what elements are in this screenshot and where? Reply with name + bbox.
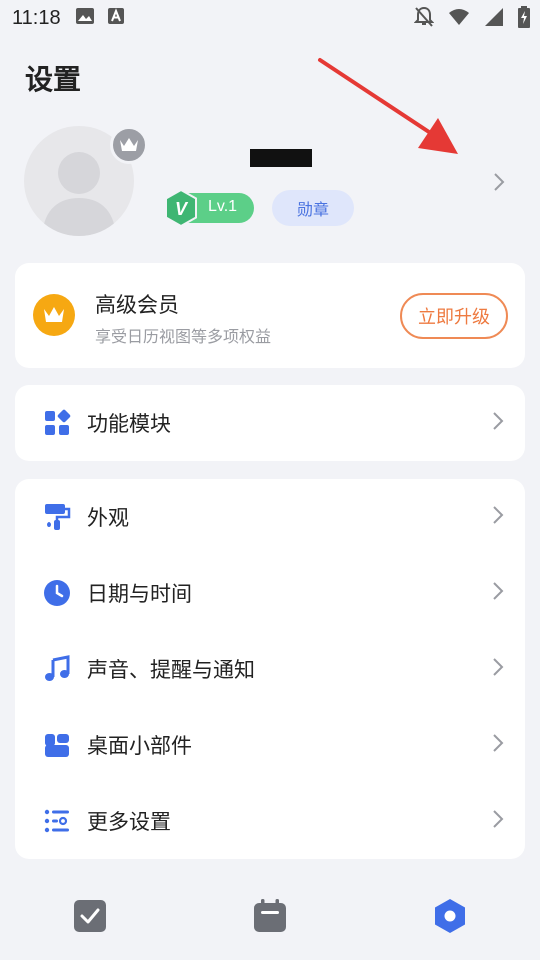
modules-grid-icon xyxy=(42,408,72,438)
image-icon xyxy=(75,7,95,29)
chevron-right-icon xyxy=(491,655,505,683)
widgets-label: 桌面小部件 xyxy=(87,734,192,758)
modules-label: 功能模块 xyxy=(87,412,171,436)
settings-row-modules[interactable]: 功能模块 xyxy=(15,385,525,461)
battery-charging-icon xyxy=(518,6,530,32)
medal-button[interactable]: 勋章 xyxy=(272,190,354,226)
level-badge[interactable]: V Lv.1 xyxy=(165,188,254,228)
vip-subtitle: 享受日历视图等多项权益 xyxy=(95,327,272,346)
widgets-icon xyxy=(42,730,72,760)
list-settings-icon xyxy=(42,806,72,836)
level-label: Lv.1 xyxy=(208,198,238,215)
calendar-tab[interactable] xyxy=(250,898,290,938)
settings-row-widgets[interactable]: 桌面小部件 xyxy=(15,707,525,783)
chevron-right-icon xyxy=(491,731,505,759)
appearance-label: 外观 xyxy=(87,506,129,530)
settings-row-sound[interactable]: 声音、提醒与通知 xyxy=(15,631,525,707)
text-a-icon xyxy=(107,7,125,29)
username-redacted xyxy=(250,149,312,167)
level-hex-letter: V xyxy=(175,199,189,219)
level-hex-icon: V xyxy=(164,188,198,228)
settings-card: 外观 日期与时间 声音、提醒与通知 桌面小部件 更多设置 xyxy=(15,479,525,859)
tasks-tab[interactable] xyxy=(70,898,110,938)
settings-row-date-time[interactable]: 日期与时间 xyxy=(15,555,525,631)
status-icons-right xyxy=(413,6,530,32)
chevron-right-icon xyxy=(491,807,505,835)
page-title: 设置 xyxy=(25,63,82,96)
clock-icon xyxy=(42,578,72,608)
calendar-icon xyxy=(253,899,287,937)
upgrade-button[interactable]: 立即升级 xyxy=(400,293,508,339)
music-note-icon xyxy=(42,654,72,684)
signal-icon xyxy=(484,7,504,31)
notifications-off-icon xyxy=(413,6,435,32)
hexagon-settings-icon xyxy=(433,898,467,938)
profile-chevron-right-icon[interactable] xyxy=(492,170,506,198)
bottom-nav xyxy=(0,880,540,960)
vip-title: 高级会员 xyxy=(95,293,179,317)
chevron-right-icon xyxy=(491,409,505,437)
paint-roller-icon xyxy=(42,502,72,532)
sound-label: 声音、提醒与通知 xyxy=(87,658,255,682)
checkbox-icon xyxy=(73,899,107,937)
modules-card[interactable]: 功能模块 xyxy=(15,385,525,461)
vip-card[interactable]: 高级会员 享受日历视图等多项权益 立即升级 xyxy=(15,263,525,368)
chevron-right-icon xyxy=(491,503,505,531)
wifi-icon xyxy=(448,8,470,30)
annotation-arrow-icon xyxy=(310,52,470,166)
vip-crown-icon xyxy=(33,294,75,336)
more-settings-label: 更多设置 xyxy=(87,810,171,834)
crown-badge-icon xyxy=(110,126,148,164)
status-time: 11:18 xyxy=(12,6,61,29)
settings-row-appearance[interactable]: 外观 xyxy=(15,479,525,555)
settings-row-more[interactable]: 更多设置 xyxy=(15,783,525,859)
status-bar: 11:18 xyxy=(0,0,540,36)
settings-tab[interactable] xyxy=(430,898,470,938)
date-time-label: 日期与时间 xyxy=(87,582,192,606)
chevron-right-icon xyxy=(491,579,505,607)
